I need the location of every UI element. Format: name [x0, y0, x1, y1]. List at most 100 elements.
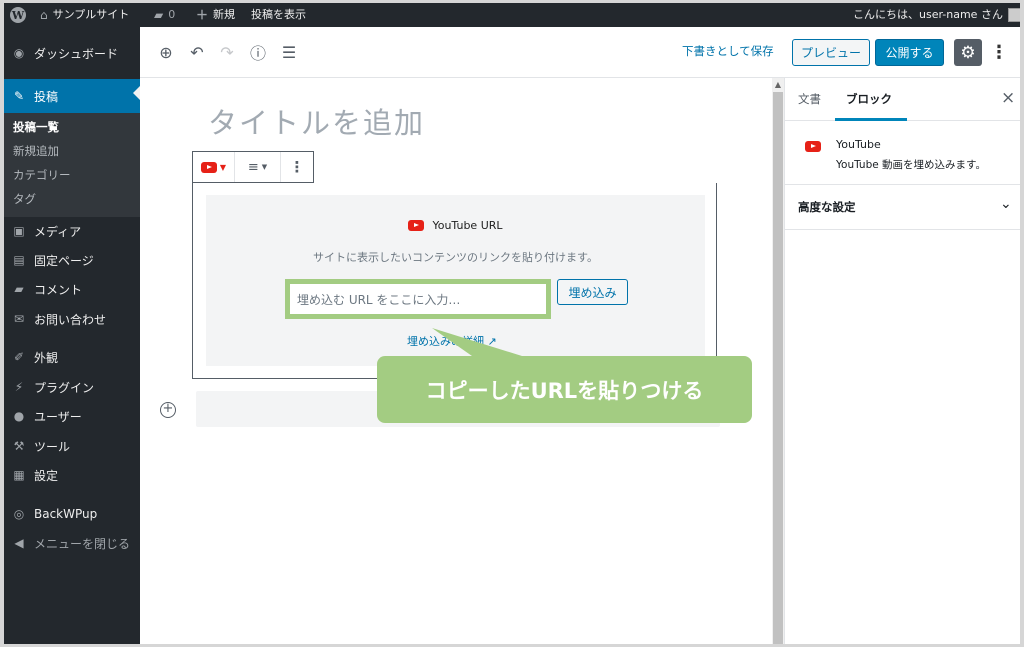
align-button[interactable]: ≡ ▼ [235, 152, 281, 182]
sidebar-item-appearance[interactable]: ✐ 外観 [4, 343, 140, 371]
wordpress-logo-button[interactable]: W [10, 3, 26, 27]
paintbrush-icon: ✐ [13, 350, 25, 364]
add-block-icon[interactable]: ⊕ [154, 40, 178, 64]
backwpup-icon: ◎ [13, 507, 25, 521]
scroll-thumb[interactable] [773, 92, 783, 644]
more-options-icon[interactable]: ⋮ [990, 39, 1008, 66]
sidebar-item-label: コメント [34, 282, 83, 297]
avatar [1007, 8, 1020, 22]
sidebar-item-pages[interactable]: ▤ 固定ページ [4, 246, 140, 274]
chevron-down-icon: ▼ [261, 163, 268, 171]
site-name-link[interactable]: ⌂ サンプルサイト [40, 3, 129, 27]
greeting: こんにちは、user-name さん [853, 8, 1003, 21]
block-type-switcher[interactable]: ▼ [193, 152, 235, 182]
embed-url-input[interactable]: 埋め込む URL をここに入力… [285, 279, 551, 319]
posts-submenu: 投稿一覧 新規追加 カテゴリー タグ [4, 113, 140, 217]
sidebar-item-label: ツール [34, 439, 71, 454]
account-menu[interactable]: こんにちは、user-name さん [853, 3, 1020, 27]
sidebar-item-label: プラグイン [34, 380, 95, 395]
sidebar-item-contact[interactable]: ✉ お問い合わせ [4, 305, 140, 333]
comment-icon: ▰ [154, 8, 164, 22]
save-draft-button[interactable]: 下書きとして保存 [682, 43, 774, 59]
sidebar-item-label: BackWPup [34, 507, 98, 521]
youtube-icon [408, 220, 425, 231]
app-frame: W ⌂ サンプルサイト ▰ 0 ＋ 新規 投稿を表示 こんにちは、user-na… [4, 3, 1020, 644]
embed-label: YouTube URL [206, 219, 705, 232]
sidebar-item-label: 固定ページ [34, 253, 94, 268]
align-center-icon: ≡ [247, 159, 259, 175]
chevron-down-icon: ▼ [219, 162, 227, 172]
embed-instructions: サイトに表示したいコンテンツのリンクを貼り付けます。 [313, 251, 598, 264]
sidebar-item-label: メニューを閉じる [34, 536, 131, 551]
block-more-button[interactable]: ⋮ [281, 152, 313, 182]
pin-icon: ✎ [13, 89, 25, 103]
settings-icon: ▦ [13, 468, 25, 482]
block-card: YouTube YouTube 動画を埋め込みます。 [785, 121, 1020, 185]
wrench-icon: ⚒ [13, 439, 25, 453]
sidebar-item-comments[interactable]: ▰ コメント [4, 275, 140, 303]
url-placeholder: 埋め込む URL をここに入力… [297, 292, 461, 307]
embed-button[interactable]: 埋め込み [557, 279, 628, 305]
submenu-categories[interactable]: カテゴリー [13, 167, 71, 183]
home-icon: ⌂ [40, 8, 48, 22]
post-title-input[interactable]: タイトルを追加 [208, 100, 425, 142]
block-description: YouTube 動画を埋め込みます。 [836, 159, 986, 171]
youtube-icon [805, 141, 821, 152]
sidebar-item-label: ユーザー [34, 409, 82, 424]
sidebar-item-tools[interactable]: ⚒ ツール [4, 432, 140, 460]
info-icon[interactable]: ⓘ [246, 40, 270, 64]
sidebar-item-dashboard[interactable]: ◉ ダッシュボード [4, 39, 140, 67]
comment-icon: ▰ [14, 282, 24, 296]
sidebar-item-media[interactable]: ▣ メディア [4, 217, 140, 245]
admin-sidebar: ◉ ダッシュボード ✎ 投稿 投稿一覧 新規追加 カテゴリー タグ ▣ メディア… [4, 27, 140, 644]
sidebar-item-users[interactable]: ● ユーザー [4, 402, 140, 430]
block-name: YouTube [836, 138, 881, 151]
chevron-down-icon: ⌄ [1000, 196, 1012, 212]
pages-icon: ▤ [13, 253, 25, 267]
sidebar-item-settings[interactable]: ▦ 設定 [4, 461, 140, 489]
plus-icon: ＋ [196, 8, 209, 22]
sidebar-item-label: メディア [34, 224, 82, 239]
site-name: サンプルサイト [52, 8, 130, 21]
view-post-link[interactable]: 投稿を表示 [251, 3, 306, 27]
editor-header: ⊕ ↶ ↷ ⓘ ☰ 下書きとして保存 プレビュー 公開する ⚙ ⋮ [140, 27, 1020, 78]
sidebar-item-label: 外観 [34, 350, 59, 365]
dashboard-icon: ◉ [13, 46, 25, 60]
scrollbar[interactable]: ▲ [772, 78, 784, 644]
more-options-icon: ⋮ [289, 158, 305, 176]
submenu-add-new[interactable]: 新規追加 [13, 143, 59, 159]
submenu-tags[interactable]: タグ [13, 191, 36, 207]
add-block-icon[interactable]: + [160, 402, 176, 418]
sidebar-item-backwpup[interactable]: ◎ BackWPup [4, 500, 140, 528]
plugin-icon: ⚡ [14, 380, 24, 394]
tab-block[interactable]: ブロック [846, 91, 892, 107]
outline-icon[interactable]: ☰ [277, 40, 301, 64]
publish-button[interactable]: 公開する [875, 39, 944, 66]
user-icon: ● [13, 409, 25, 423]
redo-icon[interactable]: ↷ [215, 40, 239, 64]
submenu-all-posts[interactable]: 投稿一覧 [13, 119, 59, 135]
preview-button[interactable]: プレビュー [792, 39, 870, 66]
sidebar-item-posts[interactable]: ✎ 投稿 [4, 79, 140, 113]
collapse-icon: ◀ [14, 536, 24, 550]
advanced-settings-toggle[interactable]: 高度な設定 ⌄ [785, 185, 1020, 230]
undo-icon[interactable]: ↶ [185, 40, 209, 64]
comments-count: 0 [168, 8, 176, 21]
callout-annotation: コピーしたURLを貼りつける [377, 356, 752, 423]
panel-tabs: 文書 ブロック × [785, 78, 1020, 121]
collapse-menu-button[interactable]: ◀ メニューを閉じる [4, 529, 140, 557]
new-content-link[interactable]: ＋ 新規 [196, 3, 235, 27]
comments-link[interactable]: ▰ 0 [154, 3, 175, 27]
view-post-label: 投稿を表示 [251, 8, 306, 21]
sidebar-item-label: 投稿 [34, 89, 59, 104]
admin-bar: W ⌂ サンプルサイト ▰ 0 ＋ 新規 投稿を表示 こんにちは、user-na… [4, 3, 1020, 27]
settings-panel: 文書 ブロック × YouTube YouTube 動画を埋め込みます。 高度な… [784, 78, 1020, 644]
settings-gear-icon[interactable]: ⚙ [954, 39, 982, 66]
sidebar-item-label: お問い合わせ [34, 312, 107, 327]
scroll-up-icon[interactable]: ▲ [772, 78, 784, 92]
block-toolbar: ▼ ≡ ▼ ⋮ [192, 151, 314, 183]
close-icon[interactable]: × [1001, 88, 1015, 108]
embed-label-text: YouTube URL [432, 219, 503, 232]
tab-document[interactable]: 文書 [798, 91, 821, 107]
sidebar-item-plugins[interactable]: ⚡ プラグイン [4, 373, 140, 401]
